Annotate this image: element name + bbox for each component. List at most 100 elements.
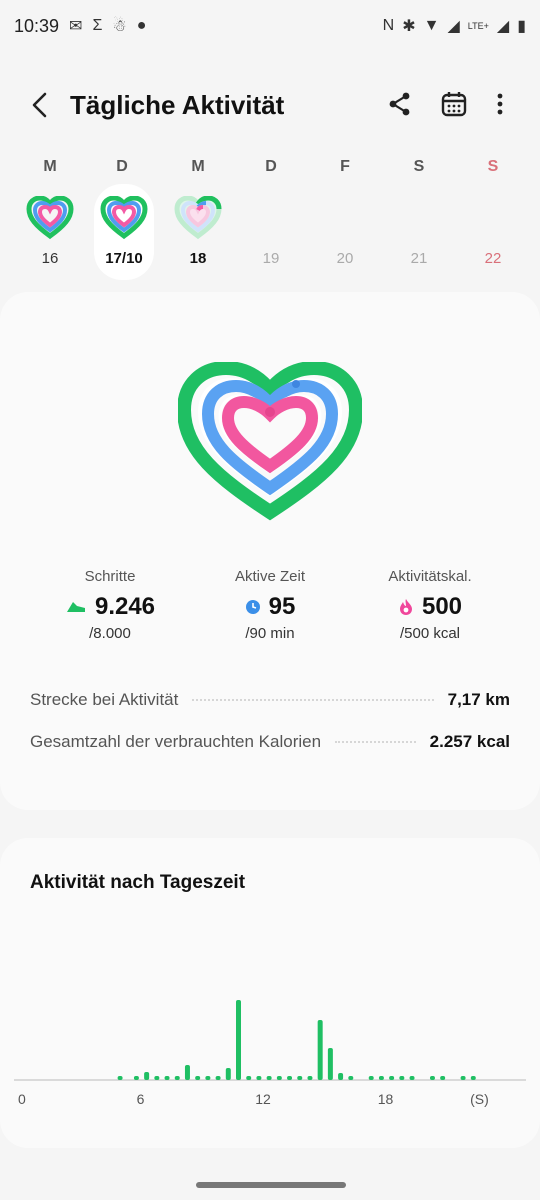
day-letter: M [43, 158, 57, 175]
week-day-selector: M 16 D 17/10 M 18 D 19 F 20 S 21 S 22 [0, 150, 540, 290]
notification-dot-icon: ● [136, 17, 147, 34]
day-letter: M [191, 158, 205, 175]
more-options-icon[interactable] [486, 90, 514, 118]
active-time-goal: /90 min [245, 625, 295, 642]
active-time-metric[interactable]: Aktive Zeit 95 /90 min [180, 568, 360, 642]
x-tick-label: 18 [378, 1091, 394, 1107]
day-item-19: D 19 [243, 150, 299, 280]
activity-bar [327, 1048, 333, 1080]
status-time: 10:39 [14, 15, 60, 36]
day-number: 16 [41, 250, 59, 267]
day-letter: S [413, 158, 425, 175]
activity-bar [215, 1076, 221, 1080]
steps-metric[interactable]: Schritte 9.246 /8.000 [20, 568, 200, 642]
activity-bar [184, 1065, 190, 1080]
activity-bar [470, 1076, 476, 1080]
activity-bar [307, 1076, 313, 1080]
day-number: 21 [410, 250, 428, 267]
activity-bar [440, 1076, 446, 1080]
activity-bar [117, 1076, 123, 1080]
bluetooth-icon: ✱ [402, 18, 416, 35]
back-arrow-icon[interactable] [26, 90, 56, 120]
activity-bar [205, 1076, 211, 1080]
activity-bar [174, 1076, 180, 1080]
status-bar: 10:39 ✉ Σ ☃ ● N ✱ ▼ ◢ LTE+ ◢ ▮ [0, 0, 540, 52]
activity-bar [317, 1020, 323, 1080]
calories-label: Aktivitätskal. [388, 568, 472, 585]
mini-activity-heart-icon [100, 196, 148, 240]
activity-bar [348, 1076, 354, 1080]
x-tick-label: 6 [137, 1091, 145, 1107]
total-calories-row: Gesamtzahl der verbrauchten Kalorien 2.2… [30, 732, 510, 752]
day-item-17-selected[interactable]: D 17/10 [94, 158, 154, 280]
activity-bar [389, 1076, 395, 1080]
activity-bar [276, 1076, 282, 1080]
chart-title: Aktivität nach Tageszeit [30, 872, 246, 893]
activity-bar [195, 1076, 201, 1080]
dotted-leader [192, 699, 434, 701]
day-item-18[interactable]: M 18 [170, 150, 226, 280]
x-tick-label: 12 [255, 1091, 271, 1107]
steps-label: Schritte [84, 568, 136, 585]
mini-activity-heart-icon [174, 196, 222, 240]
calories-goal: /500 kcal [399, 625, 461, 642]
day-number: 22 [484, 250, 502, 267]
share-icon[interactable] [386, 90, 414, 118]
nfc-icon: N [382, 17, 395, 34]
signal-icon-2: ◢ [496, 18, 510, 35]
activity-bar [154, 1076, 160, 1080]
signal-icon: ◢ [447, 18, 460, 35]
active-time-value: 95 [268, 593, 296, 620]
activity-bar [338, 1073, 344, 1080]
x-tick-label: 0 [18, 1091, 26, 1107]
activity-bar [144, 1072, 150, 1080]
day-letter: F [340, 158, 350, 175]
activity-bar [246, 1076, 252, 1080]
activity-bar [256, 1076, 262, 1080]
total-calories-value: 2.257 kcal [429, 732, 510, 751]
app-header: Tägliche Aktivität [0, 78, 540, 134]
activity-bar [399, 1076, 405, 1080]
day-item-21: S 21 [391, 150, 447, 280]
activity-bar [236, 1000, 241, 1080]
network-type: LTE+ [467, 21, 489, 31]
day-number: 19 [262, 250, 280, 267]
activity-bar [409, 1076, 415, 1080]
distance-value: 7,17 km [447, 690, 510, 709]
activity-bar [460, 1076, 466, 1080]
steps-value: 9.246 [94, 593, 156, 620]
activity-bar [297, 1076, 303, 1080]
dotted-leader [335, 741, 416, 743]
day-number: 17/10 [105, 250, 143, 267]
wifi-icon: ▼ [423, 17, 440, 34]
total-calories-label: Gesamtzahl der verbrauchten Kalorien [30, 732, 322, 751]
activity-bar [225, 1068, 231, 1080]
steps-goal: /8.000 [89, 625, 131, 642]
day-letter: D [116, 158, 128, 175]
day-number: 18 [189, 250, 207, 267]
x-tick-label: (S) [470, 1091, 489, 1107]
distance-row: Strecke bei Aktivität 7,17 km [30, 690, 510, 710]
sigma-app-icon: Σ [92, 17, 103, 34]
day-item-16[interactable]: M 16 [22, 150, 78, 280]
activity-bar [378, 1076, 384, 1080]
activity-bar [287, 1076, 293, 1080]
calendar-icon[interactable] [440, 90, 468, 118]
day-item-20: F 20 [317, 150, 373, 280]
calories-metric[interactable]: Aktivitätskal. 500 /500 kcal [340, 568, 520, 642]
day-letter: S [487, 158, 499, 175]
activity-bar [368, 1076, 374, 1080]
shoe-icon [66, 602, 85, 612]
mini-activity-heart-icon [26, 196, 74, 240]
clock-icon [245, 600, 260, 614]
active-time-label: Aktive Zeit [234, 568, 306, 585]
activity-summary-card: Schritte 9.246 /8.000 Aktive Zeit 95 /90… [0, 292, 540, 810]
day-letter: D [265, 158, 277, 175]
gmail-icon: ✉ [69, 18, 83, 35]
app-notification-icon: ☃ [112, 18, 127, 35]
gesture-nav-bar[interactable] [196, 1182, 346, 1188]
day-item-22: S 22 [465, 150, 521, 280]
activity-by-time-card[interactable]: 0 6 12 18 (S) Aktivität nach Tageszeit [0, 838, 540, 1148]
page-title: Tägliche Aktivität [70, 90, 285, 120]
calories-value: 500 [421, 593, 463, 620]
